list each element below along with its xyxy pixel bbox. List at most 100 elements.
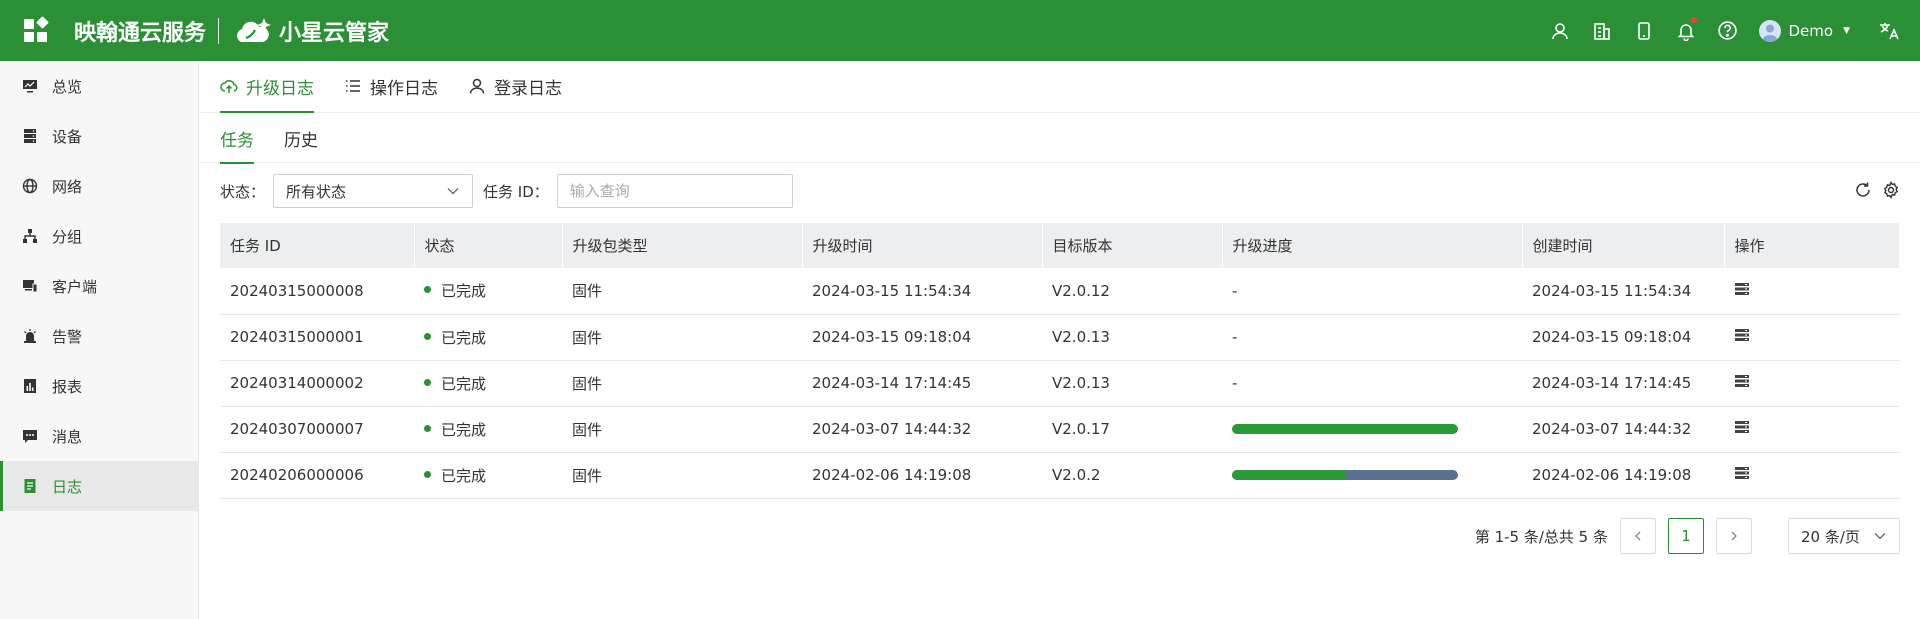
- tab-login-log[interactable]: 登录日志: [468, 60, 562, 112]
- mobile-icon[interactable]: [1623, 0, 1665, 61]
- cell-package-type: 固件: [562, 268, 802, 315]
- col-created-time[interactable]: 创建时间: [1522, 223, 1725, 268]
- tab-operation-log[interactable]: 操作日志: [344, 60, 438, 112]
- brand[interactable]: 映翰通云服务 小星云管家: [74, 14, 389, 48]
- status-filter-label: 状态：: [220, 182, 266, 201]
- tab-upgrade-log[interactable]: 升级日志: [220, 60, 314, 113]
- cell-target-version: V2.0.13: [1042, 360, 1222, 407]
- page-button-current[interactable]: 1: [1668, 518, 1704, 554]
- col-progress[interactable]: 升级进度: [1222, 223, 1523, 268]
- progress-text: -: [1232, 328, 1238, 346]
- page-size-select[interactable]: 20 条/页: [1788, 518, 1900, 554]
- sidebar-item-label: 报表: [52, 377, 83, 396]
- secondary-tabs: 任务 历史: [200, 113, 1920, 164]
- header-actions: Demo ▼: [1539, 0, 1920, 61]
- task-id-input[interactable]: [556, 174, 793, 208]
- progress-bar: [1232, 470, 1458, 480]
- col-target-version[interactable]: 目标版本: [1042, 223, 1223, 268]
- cell-progress: [1222, 452, 1522, 499]
- cloud-star-icon: [233, 16, 273, 46]
- filter-bar: 状态： 所有状态 任务 ID：: [220, 174, 793, 208]
- detail-list-icon[interactable]: [1734, 373, 1750, 389]
- status-select-value: 所有状态: [286, 182, 347, 201]
- sidebar-item-reports[interactable]: 报表: [0, 361, 198, 411]
- detail-list-icon[interactable]: [1734, 281, 1750, 297]
- user-icon[interactable]: [1539, 0, 1581, 61]
- detail-list-icon[interactable]: [1734, 465, 1750, 481]
- bell-icon[interactable]: [1665, 0, 1707, 61]
- next-page-button[interactable]: [1716, 518, 1752, 554]
- refresh-icon[interactable]: [1854, 181, 1872, 199]
- main-content: 升级日志 操作日志 登录日志 任务 历史 状态： 所有状态 任务 ID： 任务 …: [200, 61, 1920, 619]
- message-icon: [23, 430, 37, 443]
- cell-target-version: V2.0.17: [1042, 406, 1222, 453]
- tab-label: 升级日志: [246, 78, 314, 99]
- user-menu[interactable]: Demo ▼: [1758, 19, 1850, 42]
- col-upgrade-time[interactable]: 升级时间: [802, 223, 1043, 268]
- tab-tasks[interactable]: 任务: [220, 113, 254, 164]
- status-text: 已完成: [441, 420, 487, 439]
- sidebar-item-label: 设备: [52, 127, 83, 146]
- help-icon[interactable]: [1707, 0, 1749, 61]
- sidebar-item-groups[interactable]: 分组: [0, 211, 198, 261]
- brand-right: 小星云管家: [279, 21, 390, 46]
- server-icon: [24, 129, 36, 143]
- table-row: 20240206000006 已完成 固件 2024-02-06 14:19:08 V2…: [220, 452, 1900, 499]
- translate-icon[interactable]: [1868, 0, 1910, 61]
- status-select[interactable]: 所有状态: [273, 174, 474, 208]
- cell-created-time: 2024-03-07 14:44:32: [1522, 406, 1724, 453]
- sidebar-item-alarms[interactable]: 告警: [0, 311, 198, 361]
- col-package-type[interactable]: 升级包类型: [562, 223, 803, 268]
- brand-divider: [218, 18, 220, 44]
- detail-list-icon[interactable]: [1734, 327, 1750, 343]
- user-icon: [469, 78, 485, 94]
- apps-grid-icon[interactable]: [24, 16, 49, 43]
- report-icon: [24, 379, 36, 393]
- notification-dot: [1690, 17, 1697, 23]
- cell-status: 已完成: [414, 314, 562, 361]
- sidebar-item-network[interactable]: 网络: [0, 161, 198, 211]
- cell-upgrade-time: 2024-03-15 09:18:04: [802, 314, 1042, 361]
- sidebar-item-overview[interactable]: 总览: [0, 61, 198, 111]
- cell-actions: [1724, 406, 1900, 453]
- sidebar-item-label: 分组: [52, 227, 83, 246]
- cell-progress: -: [1222, 360, 1522, 407]
- table-tools: [1854, 181, 1900, 199]
- cell-status: 已完成: [414, 406, 562, 453]
- table-row: 20240315000001 已完成 固件 2024-03-15 09:18:04 V2…: [220, 314, 1900, 361]
- sidebar-item-logs[interactable]: 日志: [0, 461, 198, 511]
- sidebar-item-clients[interactable]: 客户端: [0, 261, 198, 311]
- cell-package-type: 固件: [562, 314, 802, 361]
- table-row: 20240315000008 已完成 固件 2024-03-15 11:54:34 V2…: [220, 268, 1900, 315]
- tab-history[interactable]: 历史: [284, 113, 318, 163]
- cell-target-version: V2.0.2: [1042, 452, 1222, 499]
- chevron-down-icon: [447, 188, 459, 195]
- sidebar-item-devices[interactable]: 设备: [0, 111, 198, 161]
- prev-page-button[interactable]: [1620, 518, 1656, 554]
- gear-icon[interactable]: [1882, 181, 1900, 199]
- building-icon[interactable]: [1581, 0, 1623, 61]
- cell-upgrade-time: 2024-03-07 14:44:32: [802, 406, 1042, 453]
- top-header: 映翰通云服务 小星云管家 Demo ▼: [0, 0, 1920, 61]
- cell-created-time: 2024-03-15 11:54:34: [1522, 268, 1724, 315]
- sidebar-item-label: 日志: [52, 477, 83, 496]
- cell-package-type: 固件: [562, 406, 802, 453]
- cell-task-id: 20240314000002: [220, 360, 414, 407]
- status-text: 已完成: [441, 466, 487, 485]
- sidebar-item-label: 告警: [52, 327, 83, 346]
- cell-created-time: 2024-02-06 14:19:08: [1522, 452, 1724, 499]
- status-dot: [424, 470, 431, 478]
- detail-list-icon[interactable]: [1734, 419, 1750, 435]
- progress-fill: [1232, 470, 1345, 480]
- monitor-icon: [23, 80, 37, 93]
- globe-icon: [22, 178, 38, 194]
- progress-text: -: [1232, 281, 1238, 300]
- cell-package-type: 固件: [562, 360, 802, 407]
- cell-task-id: 20240206000006: [220, 452, 414, 499]
- col-status[interactable]: 状态: [414, 223, 563, 268]
- col-task-id[interactable]: 任务 ID: [220, 223, 415, 268]
- cell-upgrade-time: 2024-03-14 17:14:45: [802, 360, 1042, 407]
- sidebar-item-messages[interactable]: 消息: [0, 411, 198, 461]
- tab-label: 操作日志: [370, 78, 438, 99]
- cell-status: 已完成: [414, 268, 562, 315]
